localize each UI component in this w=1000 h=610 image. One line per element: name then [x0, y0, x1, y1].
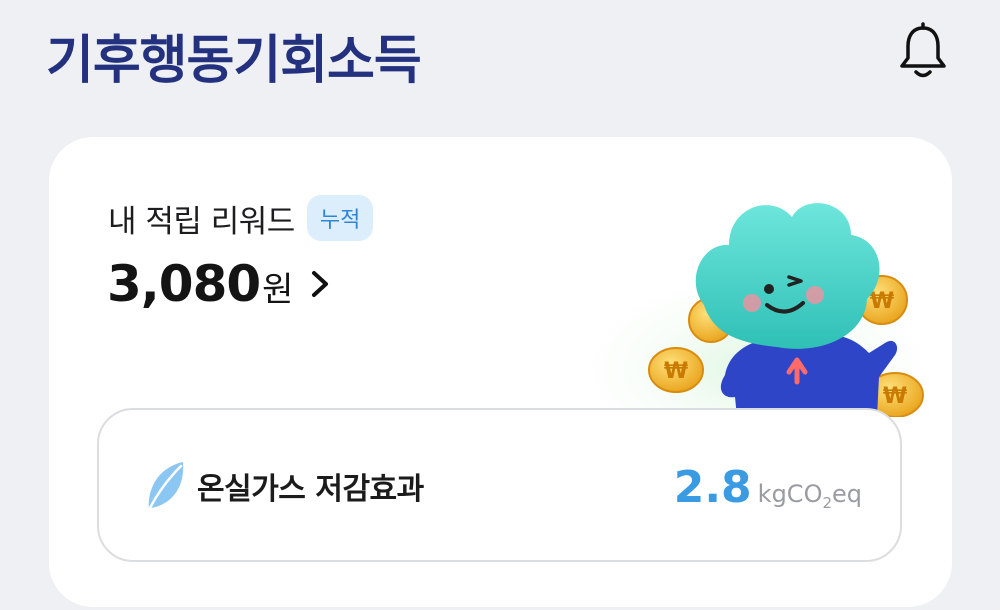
- mascot-illustration: ₩ ₩ ₩: [549, 203, 949, 417]
- svg-text:₩: ₩: [870, 289, 894, 314]
- svg-text:₩: ₩: [664, 359, 688, 384]
- svg-text:₩: ₩: [883, 384, 907, 409]
- logo-text: 기후행동기회소득: [46, 30, 422, 91]
- ghg-label: 온실가스 저감효과: [197, 472, 424, 507]
- app-header: 기후행동기회소득: [0, 0, 1000, 120]
- coin-icon: ₩: [648, 347, 704, 393]
- unit-suffix: eq: [832, 480, 862, 508]
- chevron-right-icon[interactable]: [309, 267, 331, 301]
- ghg-value-group: 2.8 kgCO2eq: [674, 462, 862, 513]
- cumulative-badge: 누적: [306, 195, 374, 241]
- reward-unit: 원: [262, 270, 294, 310]
- app-logo: 기후행동기회소득: [46, 18, 422, 92]
- reward-amount-link[interactable]: 3,080 원: [107, 255, 331, 313]
- bell-icon[interactable]: [897, 22, 949, 80]
- ghg-unit: kgCO2eq: [758, 480, 862, 512]
- ghg-reduction-panel: 온실가스 저감효과 2.8 kgCO2eq: [97, 408, 902, 562]
- unit-prefix: kgCO: [757, 480, 823, 508]
- reward-amount: 3,080: [107, 255, 261, 313]
- unit-subscript: 2: [822, 493, 832, 512]
- reward-title-row: 내 적립 리워드 누적: [108, 195, 374, 241]
- ghg-value: 2.8: [673, 462, 752, 513]
- reward-card: 내 적립 리워드 누적 3,080 원 ₩ ₩ ₩ 온실가스 저감효과 2.8 …: [49, 137, 952, 607]
- reward-title: 내 적립 리워드: [108, 203, 295, 240]
- leaf-icon: [147, 462, 184, 512]
- ghg-label-group: 온실가스 저감효과: [141, 458, 424, 514]
